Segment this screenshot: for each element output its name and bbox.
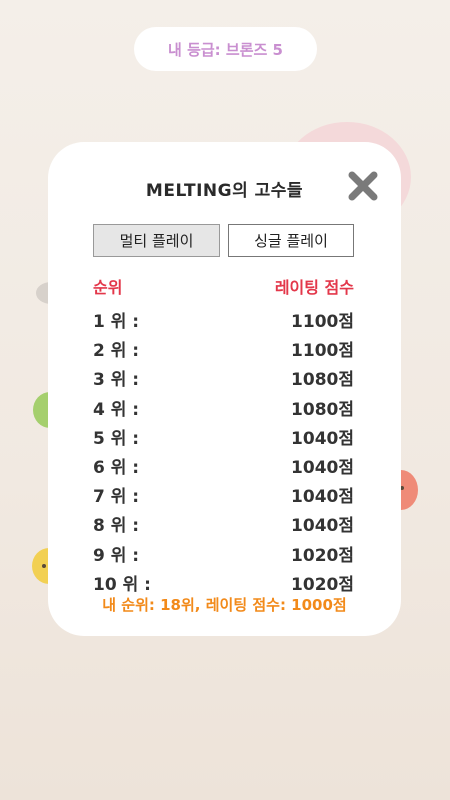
list-item: 10 위 : 1020점 <box>93 568 354 597</box>
rank-label: 8 위 : <box>93 516 140 537</box>
rating-score: 1040점 <box>291 458 354 479</box>
rank-label: 6 위 : <box>93 458 140 479</box>
rating-score: 1040점 <box>291 428 354 449</box>
rank-column-header: 순위 <box>93 278 123 297</box>
rating-score: 1080점 <box>291 399 354 420</box>
rank-label: 7 위 : <box>93 487 140 508</box>
rating-score: 1020점 <box>291 574 354 595</box>
list-item: 8 위 : 1040점 <box>93 509 354 538</box>
list-item: 4 위 : 1080점 <box>93 393 354 422</box>
list-item: 1 위 : 1100점 <box>93 305 354 334</box>
rating-score: 1080점 <box>291 370 354 391</box>
rank-label: 9 위 : <box>93 545 140 566</box>
my-grade-badge: 내 등급: 브론즈 5 <box>134 27 317 71</box>
list-item: 2 위 : 1100점 <box>93 334 354 363</box>
rank-label: 4 위 : <box>93 399 140 420</box>
close-icon[interactable] <box>346 169 380 203</box>
ranking-list: 1 위 : 1100점 2 위 : 1100점 3 위 : 1080점 4 위 … <box>93 305 354 597</box>
rating-score: 1020점 <box>291 545 354 566</box>
score-column-header: 레이팅 점수 <box>274 278 354 297</box>
list-item: 5 위 : 1040점 <box>93 422 354 451</box>
rating-score: 1100점 <box>291 341 354 362</box>
list-item: 7 위 : 1040점 <box>93 480 354 509</box>
leaderboard-modal: MELTING의 고수들 멀티 플레이 싱글 플레이 순위 레이팅 점수 1 위… <box>48 142 401 636</box>
my-rank-summary: 내 순위: 18위, 레이팅 점수: 1000점 <box>102 596 347 614</box>
tab-multi-play[interactable]: 멀티 플레이 <box>93 224 220 257</box>
rating-score: 1040점 <box>291 487 354 508</box>
list-item: 3 위 : 1080점 <box>93 363 354 392</box>
tab-single-play[interactable]: 싱글 플레이 <box>228 224 354 257</box>
rating-score: 1040점 <box>291 516 354 537</box>
rank-label: 5 위 : <box>93 428 140 449</box>
rank-label: 1 위 : <box>93 312 140 333</box>
rank-label: 2 위 : <box>93 341 140 362</box>
list-item: 6 위 : 1040점 <box>93 451 354 480</box>
list-item: 9 위 : 1020점 <box>93 539 354 568</box>
rank-label: 10 위 : <box>93 574 151 595</box>
rank-label: 3 위 : <box>93 370 140 391</box>
rating-score: 1100점 <box>291 312 354 333</box>
